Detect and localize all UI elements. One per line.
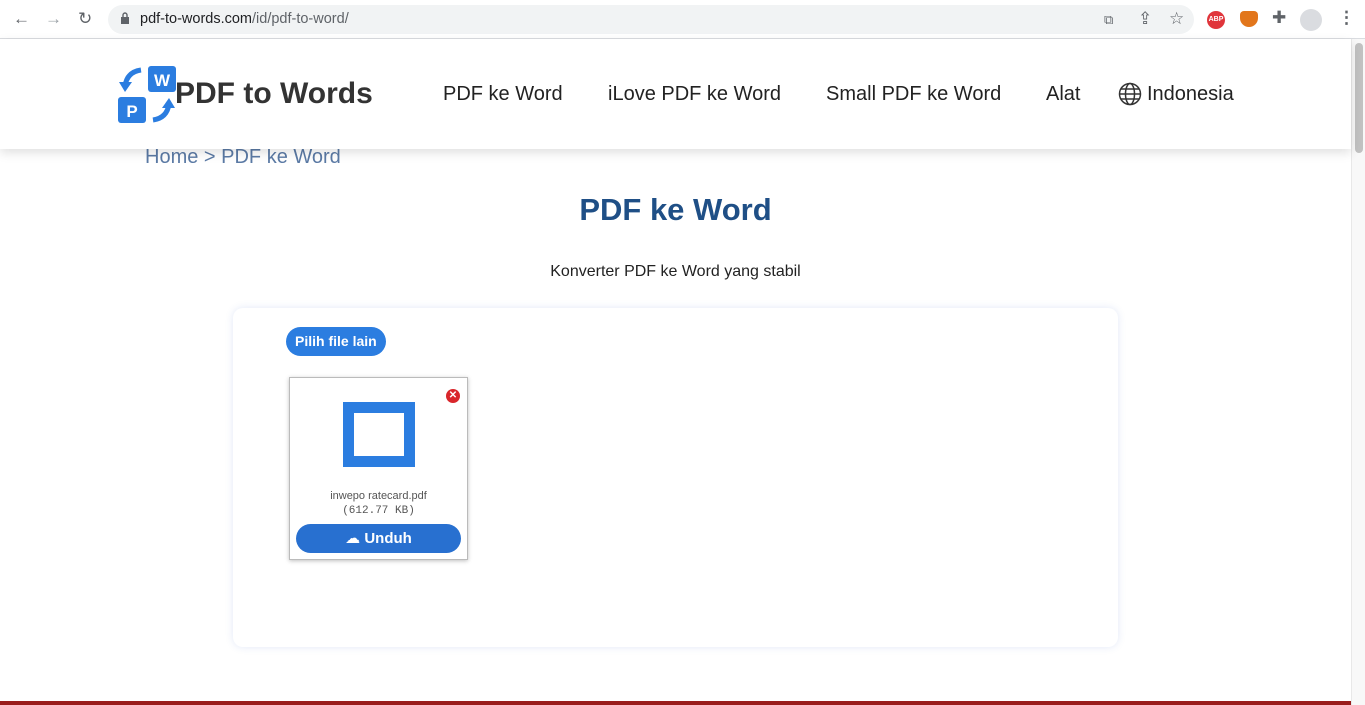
svg-text:W: W: [154, 71, 171, 90]
url-path: /id/pdf-to-word/: [252, 11, 349, 27]
bookmark-star-icon[interactable]: ☆: [1169, 10, 1184, 28]
file-name: inwepo ratecard.pdf: [330, 490, 427, 502]
language-selector[interactable]: Indonesia: [1147, 83, 1234, 106]
scrollbar[interactable]: [1351, 39, 1365, 705]
reload-icon[interactable]: ↻: [78, 10, 92, 28]
download-button[interactable]: ☁ Unduh: [296, 524, 461, 553]
metamask-icon[interactable]: [1240, 11, 1258, 27]
cloud-download-icon: ☁: [345, 530, 361, 547]
extensions-puzzle-icon[interactable]: ✚: [1272, 9, 1286, 27]
profile-avatar-icon[interactable]: [1300, 9, 1322, 31]
lock-icon: [121, 12, 129, 24]
nav-ilove-pdf-ke-word[interactable]: iLove PDF ke Word: [608, 83, 781, 106]
page-subtitle: Konverter PDF ke Word yang stabil: [550, 263, 801, 280]
globe-icon[interactable]: [1118, 82, 1142, 106]
pick-another-file-button[interactable]: Pilih file lain: [286, 327, 386, 356]
file-size: (612.77 KB): [342, 505, 415, 517]
converter-card: Pilih file lain ✕ inwepo ratecard.pdf (6…: [233, 308, 1118, 647]
svg-text:P: P: [126, 102, 137, 121]
file-thumbnail-icon: [343, 402, 415, 467]
adblock-icon[interactable]: ABP: [1207, 11, 1225, 29]
url-domain: pdf-to-words.com: [140, 11, 253, 27]
share-icon[interactable]: ⇪: [1138, 10, 1152, 28]
address-bar[interactable]: pdf-to-words.com/id/pdf-to-word/ ⧉ ⇪ ☆: [108, 5, 1194, 34]
brand-name[interactable]: PDF to Words: [175, 77, 373, 111]
menu-kebab-icon[interactable]: ⋮: [1338, 9, 1355, 27]
file-card: ✕ inwepo ratecard.pdf (612.77 KB) ☁ Undu…: [289, 377, 468, 560]
nav-pdf-ke-word[interactable]: PDF ke Word: [443, 83, 563, 106]
breadcrumb[interactable]: Home > PDF ke Word: [145, 146, 341, 169]
nav-small-pdf-ke-word[interactable]: Small PDF ke Word: [826, 83, 1001, 106]
site-header: W P PDF to Words PDF ke Word iLove PDF k…: [0, 39, 1351, 149]
back-icon[interactable]: ←: [13, 10, 30, 28]
forward-icon[interactable]: →: [45, 10, 62, 28]
browser-toolbar: ← → ↻ pdf-to-words.com/id/pdf-to-word/ ⧉…: [0, 0, 1365, 39]
page-title: PDF ke Word: [579, 192, 772, 227]
translate-icon[interactable]: ⧉: [1104, 11, 1113, 29]
footer-strip: [0, 701, 1351, 705]
remove-file-icon[interactable]: ✕: [446, 389, 460, 403]
download-label: Unduh: [364, 530, 412, 547]
scrollbar-thumb[interactable]: [1355, 43, 1363, 153]
logo-icon[interactable]: W P: [117, 66, 177, 124]
nav-alat[interactable]: Alat: [1046, 83, 1080, 106]
